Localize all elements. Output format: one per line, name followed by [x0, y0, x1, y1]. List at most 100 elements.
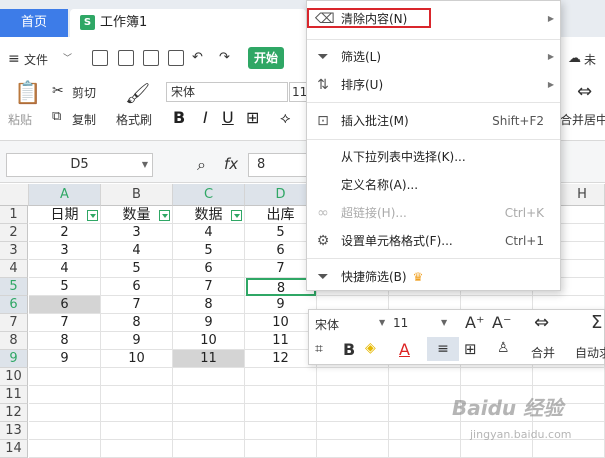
row-header[interactable]: 7 [0, 314, 28, 332]
format-painter-icon[interactable]: ♙ [497, 340, 510, 356]
mini-bold-button[interactable]: B [343, 340, 355, 359]
mini-merge-button[interactable]: 合并 [531, 344, 555, 361]
font-name-select[interactable]: 宋体 [166, 82, 288, 102]
table-cell[interactable]: 6 [101, 278, 173, 296]
chevron-down-icon[interactable]: ﹀ [63, 51, 72, 64]
menu-item-sort[interactable]: ⇅ 排序(U) ▶ [307, 71, 560, 99]
row-header[interactable]: 6 [0, 296, 28, 314]
paste-icon[interactable]: 📋 [14, 81, 41, 106]
cut-button[interactable]: 剪切 [72, 84, 96, 101]
table-cell[interactable]: 11 [173, 350, 245, 368]
chevron-down-icon[interactable]: ▼ [441, 318, 447, 327]
table-cell[interactable]: 4 [101, 242, 173, 260]
increase-font-icon[interactable]: A⁺ [465, 313, 484, 332]
table-cell[interactable]: 5 [29, 278, 101, 296]
column-header-b[interactable]: B [101, 184, 173, 206]
table-cell[interactable]: 4 [173, 224, 245, 242]
table-cell[interactable]: 8 [173, 296, 245, 314]
table-cell[interactable]: 9 [173, 314, 245, 332]
decrease-font-icon[interactable]: A⁻ [492, 313, 511, 332]
print-preview-icon[interactable] [168, 50, 184, 66]
fill-color-icon[interactable]: ⟡ [280, 108, 291, 128]
merge-center-button[interactable]: 合并居中 [560, 111, 605, 128]
table-cell[interactable]: 6 [173, 260, 245, 278]
row-header[interactable]: 13 [0, 422, 28, 440]
select-range-icon[interactable]: ⌗ [315, 341, 323, 357]
table-cell[interactable]: 8 [29, 332, 101, 350]
italic-button[interactable]: I [203, 108, 208, 128]
column-header-a[interactable]: A [29, 184, 101, 206]
column-header-c[interactable]: C [173, 184, 245, 206]
row-header[interactable]: 14 [0, 440, 28, 458]
hamburger-icon[interactable]: ≡ [8, 51, 20, 67]
menu-item-define-name[interactable]: 定义名称(A)... [307, 171, 560, 199]
undo-icon[interactable]: ↶ [192, 50, 203, 65]
chevron-down-icon[interactable]: ▼ [142, 154, 148, 176]
mini-font-name[interactable]: 宋体 [315, 316, 339, 333]
chevron-down-icon[interactable]: ▼ [379, 318, 385, 327]
save-icon[interactable] [92, 50, 108, 66]
underline-button[interactable]: U [222, 108, 234, 128]
table-cell[interactable]: 11 [245, 332, 317, 350]
select-all-corner[interactable] [0, 184, 29, 206]
menu-item-insert-comment[interactable]: ⊡ 插入批注(M) Shift+F2 [307, 107, 560, 135]
table-cell[interactable]: 9 [245, 296, 317, 314]
table-cell[interactable]: 7 [101, 296, 173, 314]
mini-autofit-button[interactable]: 自动求 [575, 344, 605, 361]
format-painter-icon[interactable]: 🖌 [125, 81, 150, 105]
export-pdf-icon[interactable] [118, 50, 134, 66]
copy-button[interactable]: 复制 [72, 111, 96, 128]
name-box[interactable]: D5 ▼ [6, 153, 153, 177]
menu-item-quick-filter[interactable]: ⏷ 快捷筛选(B) ♛ [307, 263, 560, 291]
bold-button[interactable]: B [173, 108, 185, 128]
file-menu[interactable]: 文件 [24, 51, 48, 68]
menu-item-format-cells[interactable]: ⚙ 设置单元格格式(F)... Ctrl+1 [307, 227, 560, 255]
fill-color-icon[interactable]: ◈ [365, 340, 376, 356]
row-header[interactable]: 3 [0, 242, 28, 260]
start-button[interactable]: 开始 [248, 47, 284, 69]
border-icon[interactable]: ⊞ [464, 340, 477, 358]
row-header[interactable]: 11 [0, 386, 28, 404]
table-header-cell[interactable]: 数量 [101, 206, 173, 224]
mini-font-size[interactable]: 11 [393, 316, 408, 330]
cloud-icon[interactable]: ☁ [568, 51, 581, 66]
table-cell[interactable]: 2 [29, 224, 101, 242]
row-header[interactable]: 10 [0, 368, 28, 386]
table-cell[interactable]: 3 [101, 224, 173, 242]
formula-input[interactable]: 8 [248, 153, 308, 177]
scissors-icon[interactable]: ✂ [52, 83, 64, 99]
table-header-cell[interactable]: 日期 [29, 206, 101, 224]
redo-icon[interactable]: ↷ [219, 50, 230, 65]
print-icon[interactable] [143, 50, 159, 66]
table-cell[interactable]: 10 [173, 332, 245, 350]
table-cell[interactable]: 4 [29, 260, 101, 278]
table-cell[interactable]: 10 [101, 350, 173, 368]
table-cell[interactable]: 5 [101, 260, 173, 278]
row-header[interactable]: 1 [0, 206, 28, 224]
font-color-button[interactable]: A [399, 340, 410, 359]
paste-button[interactable]: 粘贴 [8, 111, 32, 128]
menu-item-filter[interactable]: ⏷ 筛选(L) ▶ [307, 43, 560, 71]
table-cell[interactable]: 8 [101, 314, 173, 332]
menu-item-pick-from-list[interactable]: 从下拉列表中选择(K)... [307, 143, 560, 171]
copy-icon[interactable]: ⧉ [52, 109, 61, 124]
merge-icon[interactable]: ⇔ [577, 81, 592, 102]
autosum-icon[interactable]: Σ [591, 312, 602, 333]
table-cell[interactable]: 6 [29, 296, 101, 314]
zoom-search-icon[interactable]: ⌕ [197, 155, 206, 175]
merge-icon[interactable]: ⇔ [534, 312, 549, 333]
table-cell[interactable]: 9 [101, 332, 173, 350]
row-header[interactable]: 8 [0, 332, 28, 350]
tab-home[interactable]: 首页 [0, 9, 68, 37]
tab-workbook[interactable]: S 工作簿1 [70, 9, 374, 37]
table-cell[interactable]: 7 [29, 314, 101, 332]
table-cell[interactable]: 7 [173, 278, 245, 296]
fx-icon[interactable]: fx [224, 155, 238, 173]
table-cell[interactable]: 9 [29, 350, 101, 368]
row-header[interactable]: 2 [0, 224, 28, 242]
table-cell[interactable]: 3 [29, 242, 101, 260]
menu-item-hyperlink[interactable]: ∞ 超链接(H)... Ctrl+K [307, 199, 560, 227]
row-header[interactable]: 5 [0, 278, 28, 296]
align-center-icon[interactable]: ≡ [427, 337, 459, 361]
filter-dropdown-icon[interactable] [159, 210, 170, 221]
